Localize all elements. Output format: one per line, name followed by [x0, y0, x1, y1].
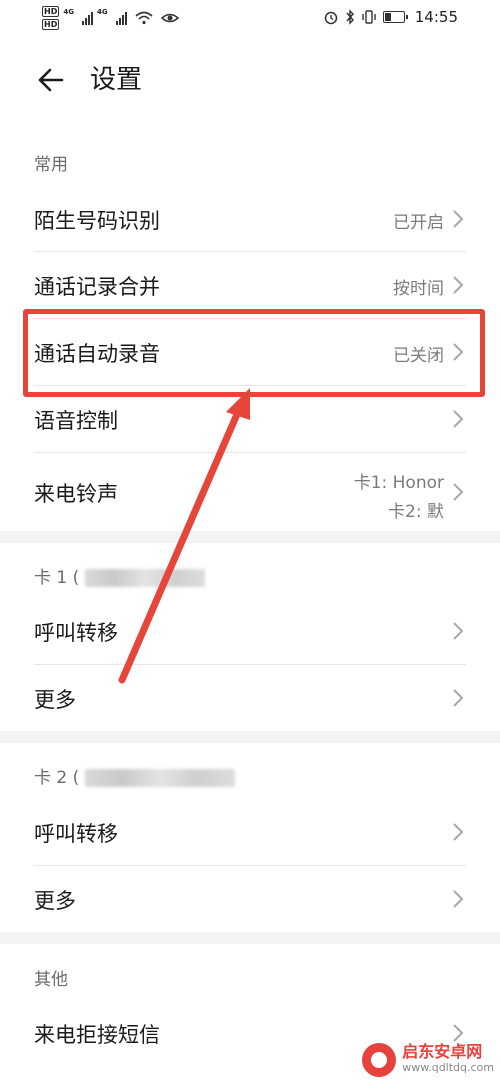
watermark-url: www.qdltdq.com — [402, 1061, 494, 1074]
watermark: 启东安卓网 www.qdltdq.com — [362, 1043, 494, 1077]
watermark-title: 启东安卓网 — [402, 1042, 483, 1061]
annotation-arrow-icon — [118, 388, 250, 684]
watermark-logo-icon — [362, 1043, 397, 1077]
